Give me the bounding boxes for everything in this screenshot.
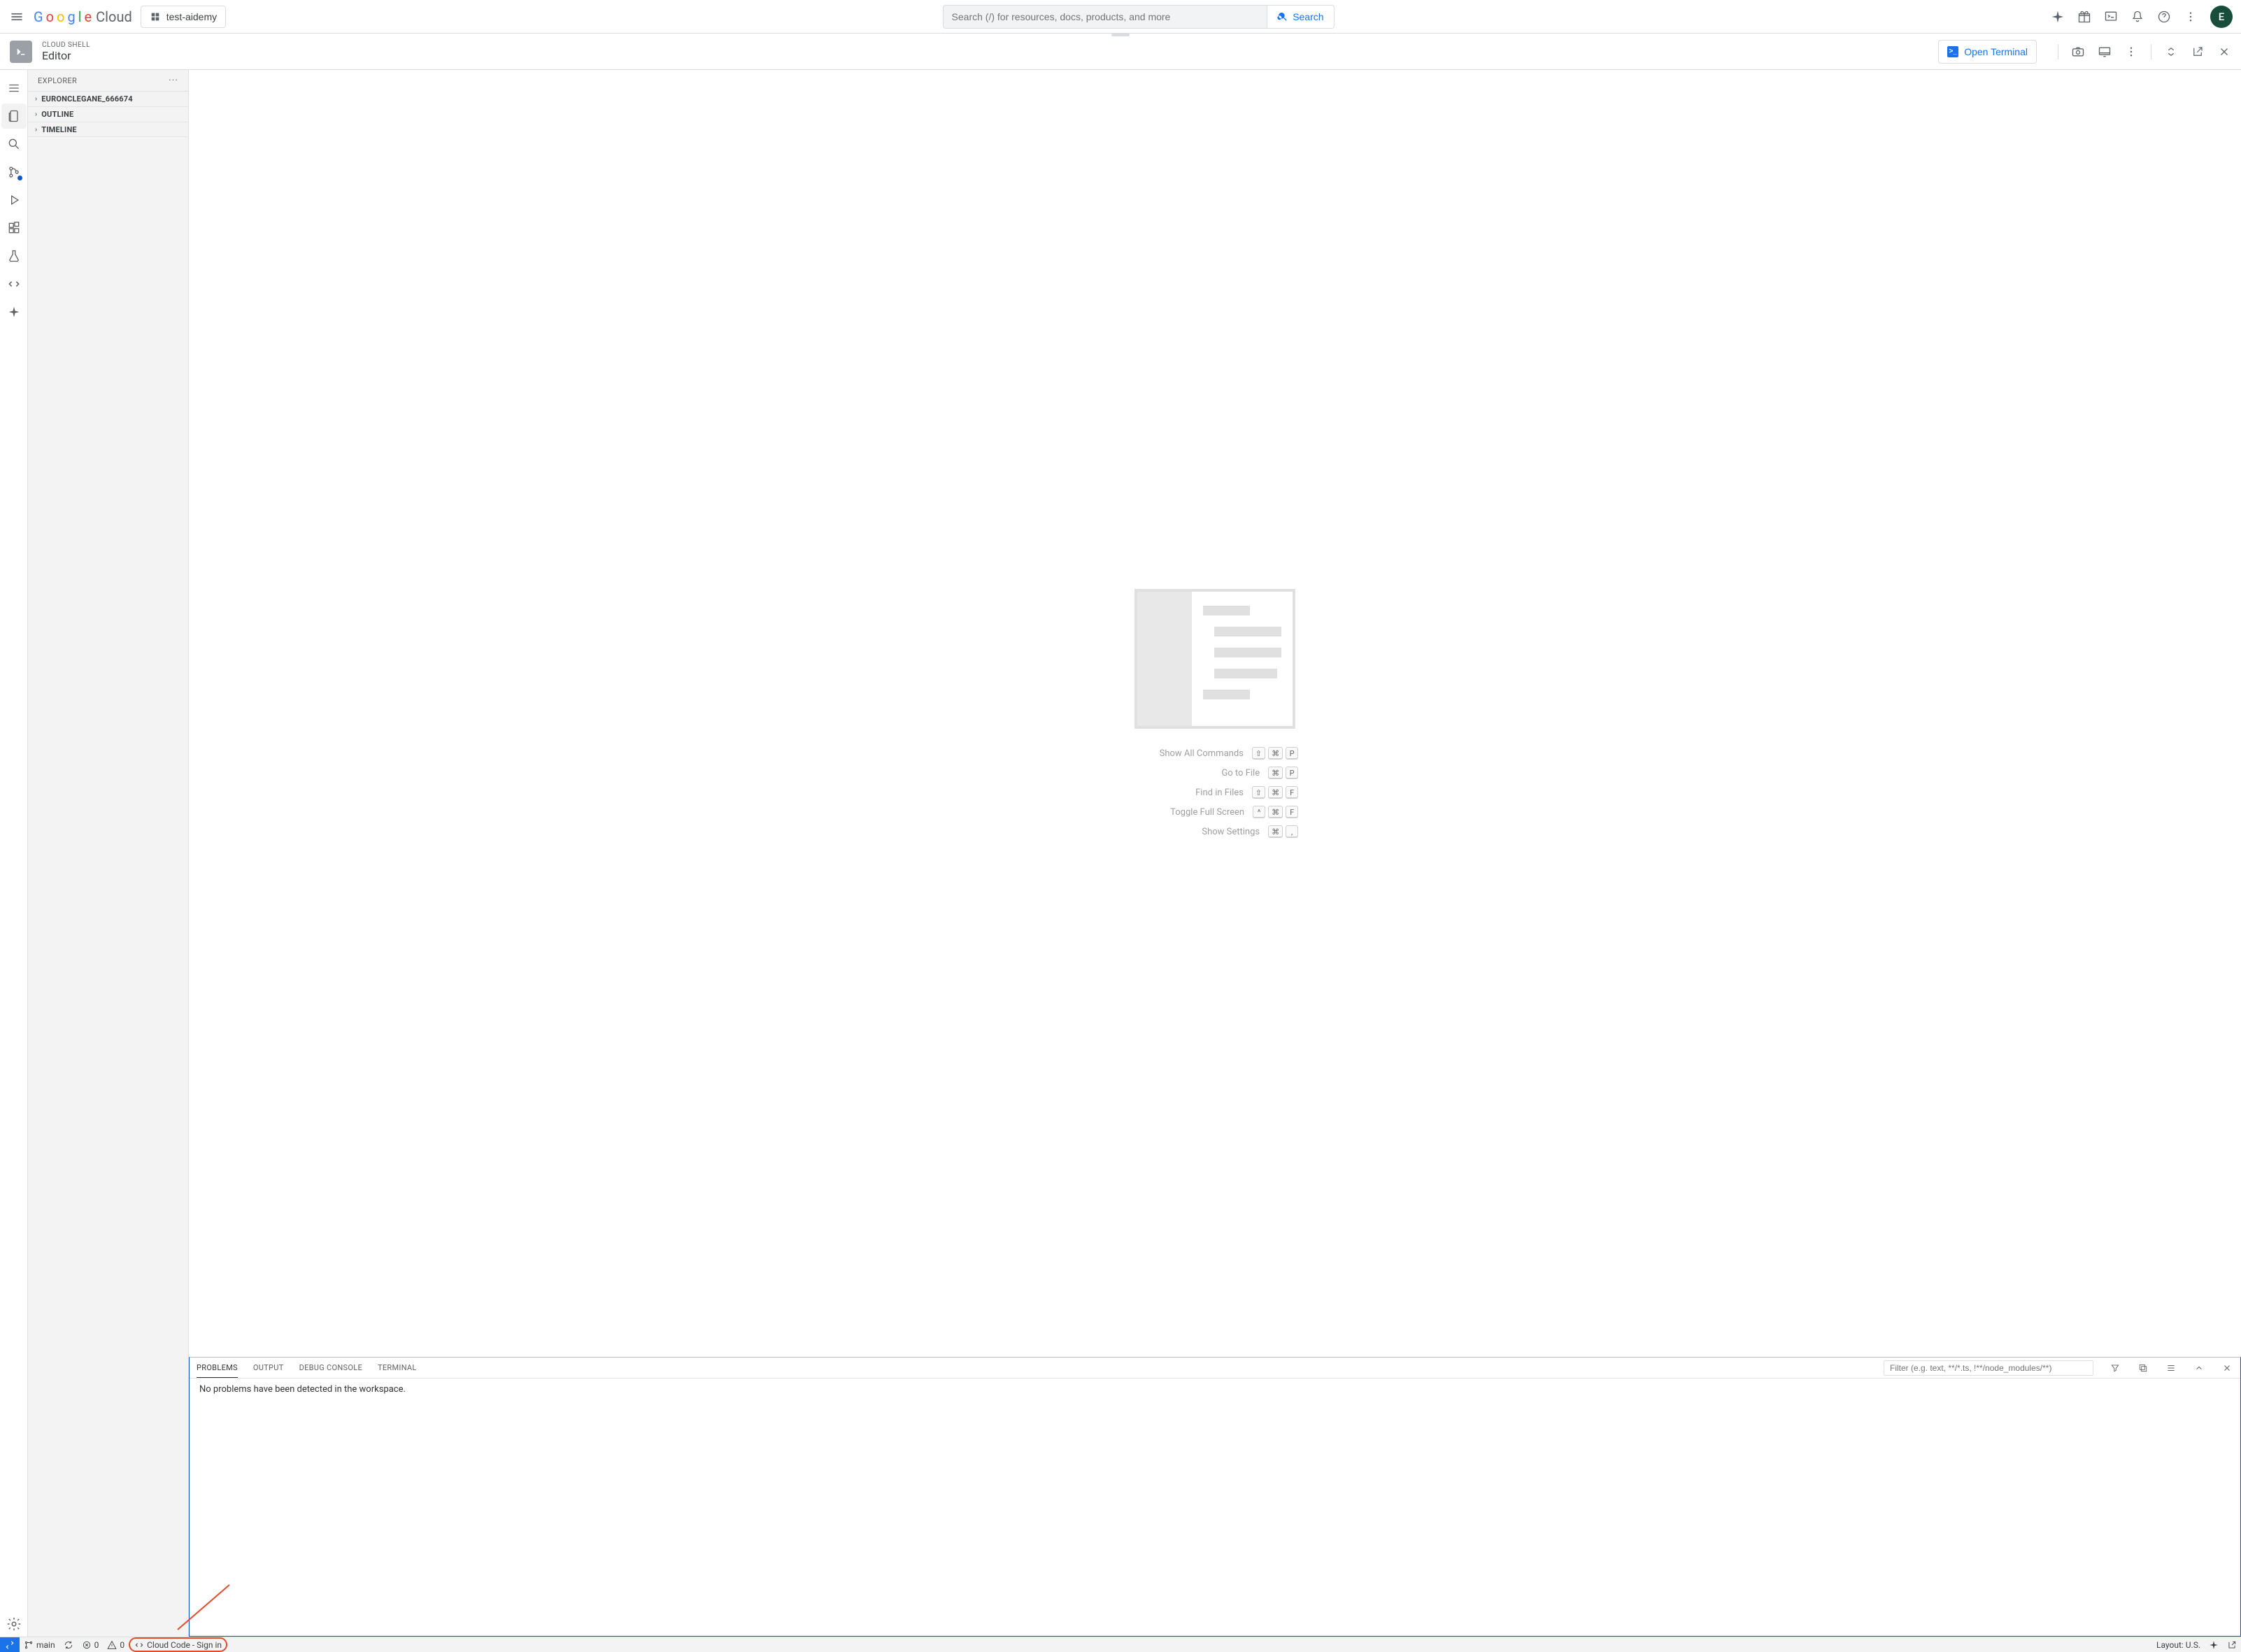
terminal-badge-icon: >_ xyxy=(1947,46,1958,57)
hamburger-icon[interactable] xyxy=(1,76,27,101)
source-control-icon[interactable] xyxy=(1,159,27,185)
collapse-all-icon[interactable] xyxy=(2137,1362,2149,1374)
hint-row: Show Settings ⌘, xyxy=(1132,825,1298,838)
drag-handle[interactable] xyxy=(1111,34,1130,36)
key: ^ xyxy=(1253,806,1265,818)
bottom-panel: PROBLEMS OUTPUT DEBUG CONSOLE TERMINAL No p… xyxy=(189,1357,2241,1637)
welcome-view: Show All Commands⇧⌘PGo to File⌘PFind in … xyxy=(189,70,2241,1357)
project-name: test-aidemy xyxy=(166,11,217,22)
search-input[interactable] xyxy=(944,6,1267,28)
tree-timeline[interactable]: ›TIMELINE xyxy=(28,122,188,137)
view-as-list-icon[interactable] xyxy=(2165,1362,2177,1374)
search-icon[interactable] xyxy=(1,131,27,157)
key: ⇧ xyxy=(1252,747,1265,760)
filter-icon[interactable] xyxy=(2109,1362,2121,1374)
editor-icon xyxy=(10,41,32,63)
layout-indicator[interactable]: Layout: U.S. xyxy=(2152,1637,2205,1652)
gift-icon[interactable] xyxy=(2077,10,2091,24)
beaker-icon[interactable] xyxy=(1,243,27,269)
key: ⌘ xyxy=(1268,747,1283,760)
cloud-code-sign-in[interactable]: Cloud Code - Sign in xyxy=(129,1637,227,1652)
sync-icon[interactable] xyxy=(59,1637,78,1652)
open-new-icon[interactable] xyxy=(2191,45,2205,59)
errors-count[interactable]: 0 xyxy=(78,1637,104,1652)
close-icon[interactable] xyxy=(2217,45,2231,59)
more-icon[interactable] xyxy=(2184,10,2198,24)
explorer-sidebar: EXPLORER ··· ›EURONCLEGANE_666674 ›OUTLI… xyxy=(28,70,189,1637)
hint-label: Toggle Full Screen xyxy=(1132,807,1244,818)
spark-icon[interactable] xyxy=(1,299,27,325)
cloud-code-icon[interactable] xyxy=(1,271,27,297)
top-nav: Google Cloud test-aidemy Search E xyxy=(0,0,2241,34)
avatar[interactable]: E xyxy=(2210,6,2233,28)
key: F xyxy=(1286,806,1298,818)
hint-row: Go to File ⌘P xyxy=(1132,767,1298,779)
monitor-icon[interactable] xyxy=(2098,45,2112,59)
close-panel-icon[interactable] xyxy=(2221,1362,2233,1374)
explorer-icon[interactable] xyxy=(1,104,27,129)
help-icon[interactable] xyxy=(2157,10,2171,24)
spark-status-icon[interactable] xyxy=(2205,1637,2223,1652)
open-terminal-button[interactable]: >_ Open Terminal xyxy=(1938,40,2037,64)
hint-row: Show All Commands ⇧⌘P xyxy=(1132,747,1298,760)
google-cloud-logo[interactable]: Google Cloud xyxy=(34,8,132,25)
hint-label: Show Settings xyxy=(1148,827,1260,837)
panel-tab-problems[interactable]: PROBLEMS xyxy=(197,1358,238,1378)
collapse-icon[interactable] xyxy=(2164,45,2178,59)
debug-icon[interactable] xyxy=(1,187,27,213)
editor-title: Editor xyxy=(42,49,90,62)
project-selector[interactable]: test-aidemy xyxy=(141,6,226,28)
cloud-shell-icon[interactable] xyxy=(2104,10,2118,24)
camera-icon[interactable] xyxy=(2071,45,2085,59)
notifications-icon[interactable] xyxy=(2130,10,2144,24)
chevron-up-icon[interactable] xyxy=(2193,1362,2205,1374)
key: P xyxy=(1286,767,1298,779)
key: F xyxy=(1286,786,1298,799)
hint-row: Find in Files ⇧⌘F xyxy=(1132,786,1298,799)
remote-indicator[interactable] xyxy=(0,1637,20,1652)
cloud-shell-label: CLOUD SHELL xyxy=(42,41,90,49)
popout-icon[interactable] xyxy=(2223,1637,2241,1652)
panel-message: No problems have been detected in the wo… xyxy=(190,1379,2240,1636)
extensions-icon[interactable] xyxy=(1,215,27,241)
hint-label: Go to File xyxy=(1148,768,1260,778)
tree-outline[interactable]: ›OUTLINE xyxy=(28,106,188,122)
panel-tab-terminal[interactable]: TERMINAL xyxy=(378,1358,417,1378)
activity-bar xyxy=(0,70,28,1637)
panel-tab-debug-console[interactable]: DEBUG CONSOLE xyxy=(299,1358,362,1378)
placeholder-illustration xyxy=(1134,589,1295,729)
search-box: Search xyxy=(943,5,1335,29)
gear-icon[interactable] xyxy=(1,1611,27,1637)
explorer-title: EXPLORER xyxy=(38,76,77,85)
explorer-more-icon[interactable]: ··· xyxy=(169,75,178,86)
key: ⌘ xyxy=(1268,806,1283,818)
hint-label: Show All Commands xyxy=(1132,748,1244,759)
status-bar: main 0 0 Cloud Code - Sign in Layout: U.… xyxy=(0,1637,2241,1652)
more-vert-icon[interactable] xyxy=(2124,45,2138,59)
search-button[interactable]: Search xyxy=(1267,6,1333,28)
key: ⌘ xyxy=(1268,767,1283,779)
git-branch[interactable]: main xyxy=(20,1637,59,1652)
hint-label: Find in Files xyxy=(1132,788,1244,798)
key: ⌘ xyxy=(1268,786,1283,799)
warnings-count[interactable]: 0 xyxy=(103,1637,129,1652)
key: ⇧ xyxy=(1252,786,1265,799)
gemini-icon[interactable] xyxy=(2051,10,2065,24)
cloud-shell-header: CLOUD SHELL Editor >_ Open Terminal xyxy=(0,34,2241,70)
explorer-tree: ›EURONCLEGANE_666674 ›OUTLINE ›TIMELINE xyxy=(28,91,188,137)
key: ⌘ xyxy=(1268,825,1283,838)
panel-filter-input[interactable] xyxy=(1884,1360,2093,1376)
tree-folder-root[interactable]: ›EURONCLEGANE_666674 xyxy=(28,91,188,106)
key: P xyxy=(1286,747,1298,760)
menu-icon[interactable] xyxy=(8,8,25,25)
key: , xyxy=(1286,825,1298,838)
panel-tab-output[interactable]: OUTPUT xyxy=(253,1358,284,1378)
hint-row: Toggle Full Screen ^⌘F xyxy=(1132,806,1298,818)
